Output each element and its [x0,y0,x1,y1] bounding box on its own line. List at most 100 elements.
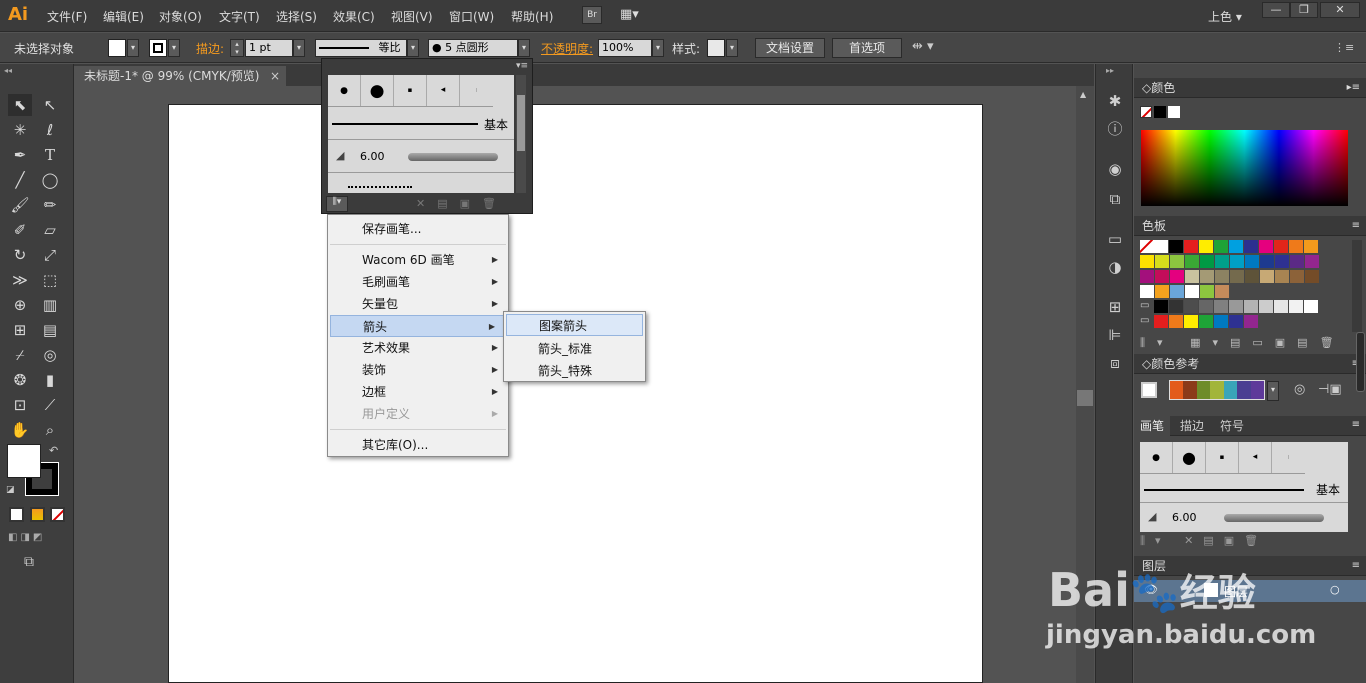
menu-window[interactable]: 窗口(W) [449,8,494,25]
brush-tip-large[interactable]: ● [1173,442,1206,473]
menu-type[interactable]: 文字(T) [219,8,260,25]
close-tab-icon[interactable]: × [270,66,280,86]
magic-wand-tool-icon[interactable]: ✳ [8,119,32,141]
swatch-cell[interactable] [1155,270,1169,283]
popup-bristle-brush[interactable]: ◢ 6.00 [328,141,514,173]
graphic-styles-icon[interactable]: ⧉ [1104,188,1126,210]
panel-resize-handle[interactable] [1356,332,1365,392]
white-color-swatch[interactable] [1168,106,1180,118]
swatch-cell[interactable] [1154,315,1168,328]
swatch-cell[interactable] [1154,300,1168,313]
align-icon[interactable]: ⊫ [1104,324,1126,346]
stroke-weight-stepper[interactable]: ▴ ▾ [230,39,244,57]
scale-tool-icon[interactable]: ⤢ [38,244,62,266]
brush-tip-calligraphic-2[interactable]: ◂ [1239,442,1272,473]
appearance-icon[interactable]: ◉ [1104,158,1126,180]
swatch-cell[interactable] [1199,240,1213,253]
draw-mode-icons[interactable]: ◧◨◩ [8,532,64,546]
opacity-dropdown[interactable]: ▾ [652,39,664,57]
shape-builder-tool-icon[interactable]: ⊕ [8,294,32,316]
fill-swatch[interactable] [108,39,126,57]
minimize-button[interactable]: — [1262,2,1290,18]
color-guide-header[interactable]: ◇颜色参考≡ [1134,354,1366,374]
basic-brush-row[interactable]: 基本 [1140,475,1348,503]
swatch-cell[interactable] [1185,285,1199,298]
swatch-cell[interactable] [1184,240,1198,253]
stroke-weight-dropdown[interactable]: ▾ [293,39,305,57]
swatch-cell[interactable] [1289,240,1303,253]
harmony-dropdown[interactable]: ▾ [1267,381,1279,401]
color-guide-swatch[interactable] [1183,381,1197,399]
color-guide-swatch[interactable] [1237,381,1251,399]
screen-mode-icon[interactable]: ⧉ [24,554,34,570]
swatch-cell[interactable] [1140,285,1154,298]
swatch-cell[interactable] [1275,270,1289,283]
save-color-group-icon[interactable]: ⊣▣ [1318,382,1342,397]
artboard[interactable] [168,104,983,683]
popup-tip-calligraphic-3[interactable]: ı [460,75,493,106]
swatch-cell[interactable] [1245,270,1259,283]
swatch-cell[interactable] [1155,285,1169,298]
swatch-cell[interactable] [1170,255,1184,268]
zoom-tool-icon[interactable]: ⌕ [38,419,62,441]
paintbrush-tool-icon[interactable]: 🖌 [8,194,32,216]
popup-scroll-thumb[interactable] [517,95,525,151]
swatch-cell[interactable] [1230,255,1244,268]
pencil-tool-icon[interactable]: ✏ [38,194,62,216]
style-swatch[interactable] [707,39,725,57]
swatch-cell[interactable] [1260,270,1274,283]
swatch-cell[interactable] [1290,270,1304,283]
width-tool-icon[interactable]: ≫ [8,269,32,291]
popup-tip-large[interactable]: ● [361,75,394,106]
swatches-scrollbar[interactable] [1352,240,1362,332]
swatches-footer-icons[interactable]: ⫼▾ ▦▾▤▭▣▤🗑 [1140,336,1360,350]
swatch-cell[interactable] [1290,255,1304,268]
swatch-cell[interactable] [1229,240,1243,253]
menu-file[interactable]: 文件(F) [47,8,87,25]
swatch-cell[interactable] [1305,255,1319,268]
swatch-cell[interactable] [1200,255,1214,268]
variable-width-profile[interactable]: 等比 [315,39,407,57]
stroke-dropdown[interactable]: ▾ [168,39,180,57]
tab-symbols[interactable]: 符号 [1214,416,1250,436]
arrange-documents-icon[interactable]: ▦▾ [620,7,650,23]
swatches-panel-header[interactable]: 色板 ≡ [1134,216,1366,236]
style-dropdown[interactable]: ▾ [726,39,738,57]
brush-tip-calligraphic-3[interactable]: ı [1272,442,1305,473]
eyedropper-tool-icon[interactable]: ⌿ [8,344,32,366]
brushes-footer-icons[interactable]: ⫼▾ ✕▤▣🗑 [1140,534,1360,548]
menu-effect[interactable]: 效果(C) [333,8,375,25]
swatch-cell[interactable] [1214,240,1228,253]
close-button[interactable]: ✕ [1320,2,1360,18]
brush-dropdown[interactable]: ▾ [518,39,530,57]
swatch-cell[interactable] [1169,240,1183,253]
submenu-item-arrows-special[interactable]: 箭头_特殊 [504,360,645,382]
type-tool-icon[interactable]: T [38,144,62,166]
preferences-button[interactable]: 首选项 [832,38,902,58]
direct-selection-tool-icon[interactable]: ↖ [38,94,62,116]
gradient-panel-icon[interactable]: ▭ [1104,228,1126,250]
expand-panels-icon[interactable]: ▸▸ [1106,66,1114,75]
swatch-cell[interactable] [1169,300,1183,313]
swatch-cell[interactable] [1304,240,1318,253]
align-options-icon[interactable]: ⇹ ▾ [912,39,934,54]
hand-tool-icon[interactable]: ✋ [8,419,32,441]
opacity-input[interactable]: 100% [598,39,652,57]
color-guide-swatch[interactable] [1250,381,1264,399]
swatch-cell[interactable] [1170,270,1184,283]
swatch-cell[interactable] [1229,300,1243,313]
swatch-cell[interactable] [1199,300,1213,313]
swatch-cell[interactable] [1304,300,1318,313]
menu-item-artistic[interactable]: 艺术效果 ▶ [328,337,508,359]
stroke-weight-input[interactable]: 1 pt [245,39,293,57]
swatch-none[interactable] [1140,240,1154,253]
bristle-brush-row[interactable]: ◢ 6.00 [1140,504,1348,532]
swatch-cell[interactable] [1275,255,1289,268]
swatch-cell[interactable] [1245,255,1259,268]
opacity-label[interactable]: 不透明度: [541,40,593,57]
control-panel-menu-icon[interactable]: ⋮≡ [1334,41,1354,54]
swatch-cell[interactable] [1214,300,1228,313]
swatch-cell[interactable] [1200,285,1214,298]
swatch-folder-icon[interactable]: ▭ [1140,300,1154,313]
tab-brushes[interactable]: 画笔 [1134,416,1171,436]
